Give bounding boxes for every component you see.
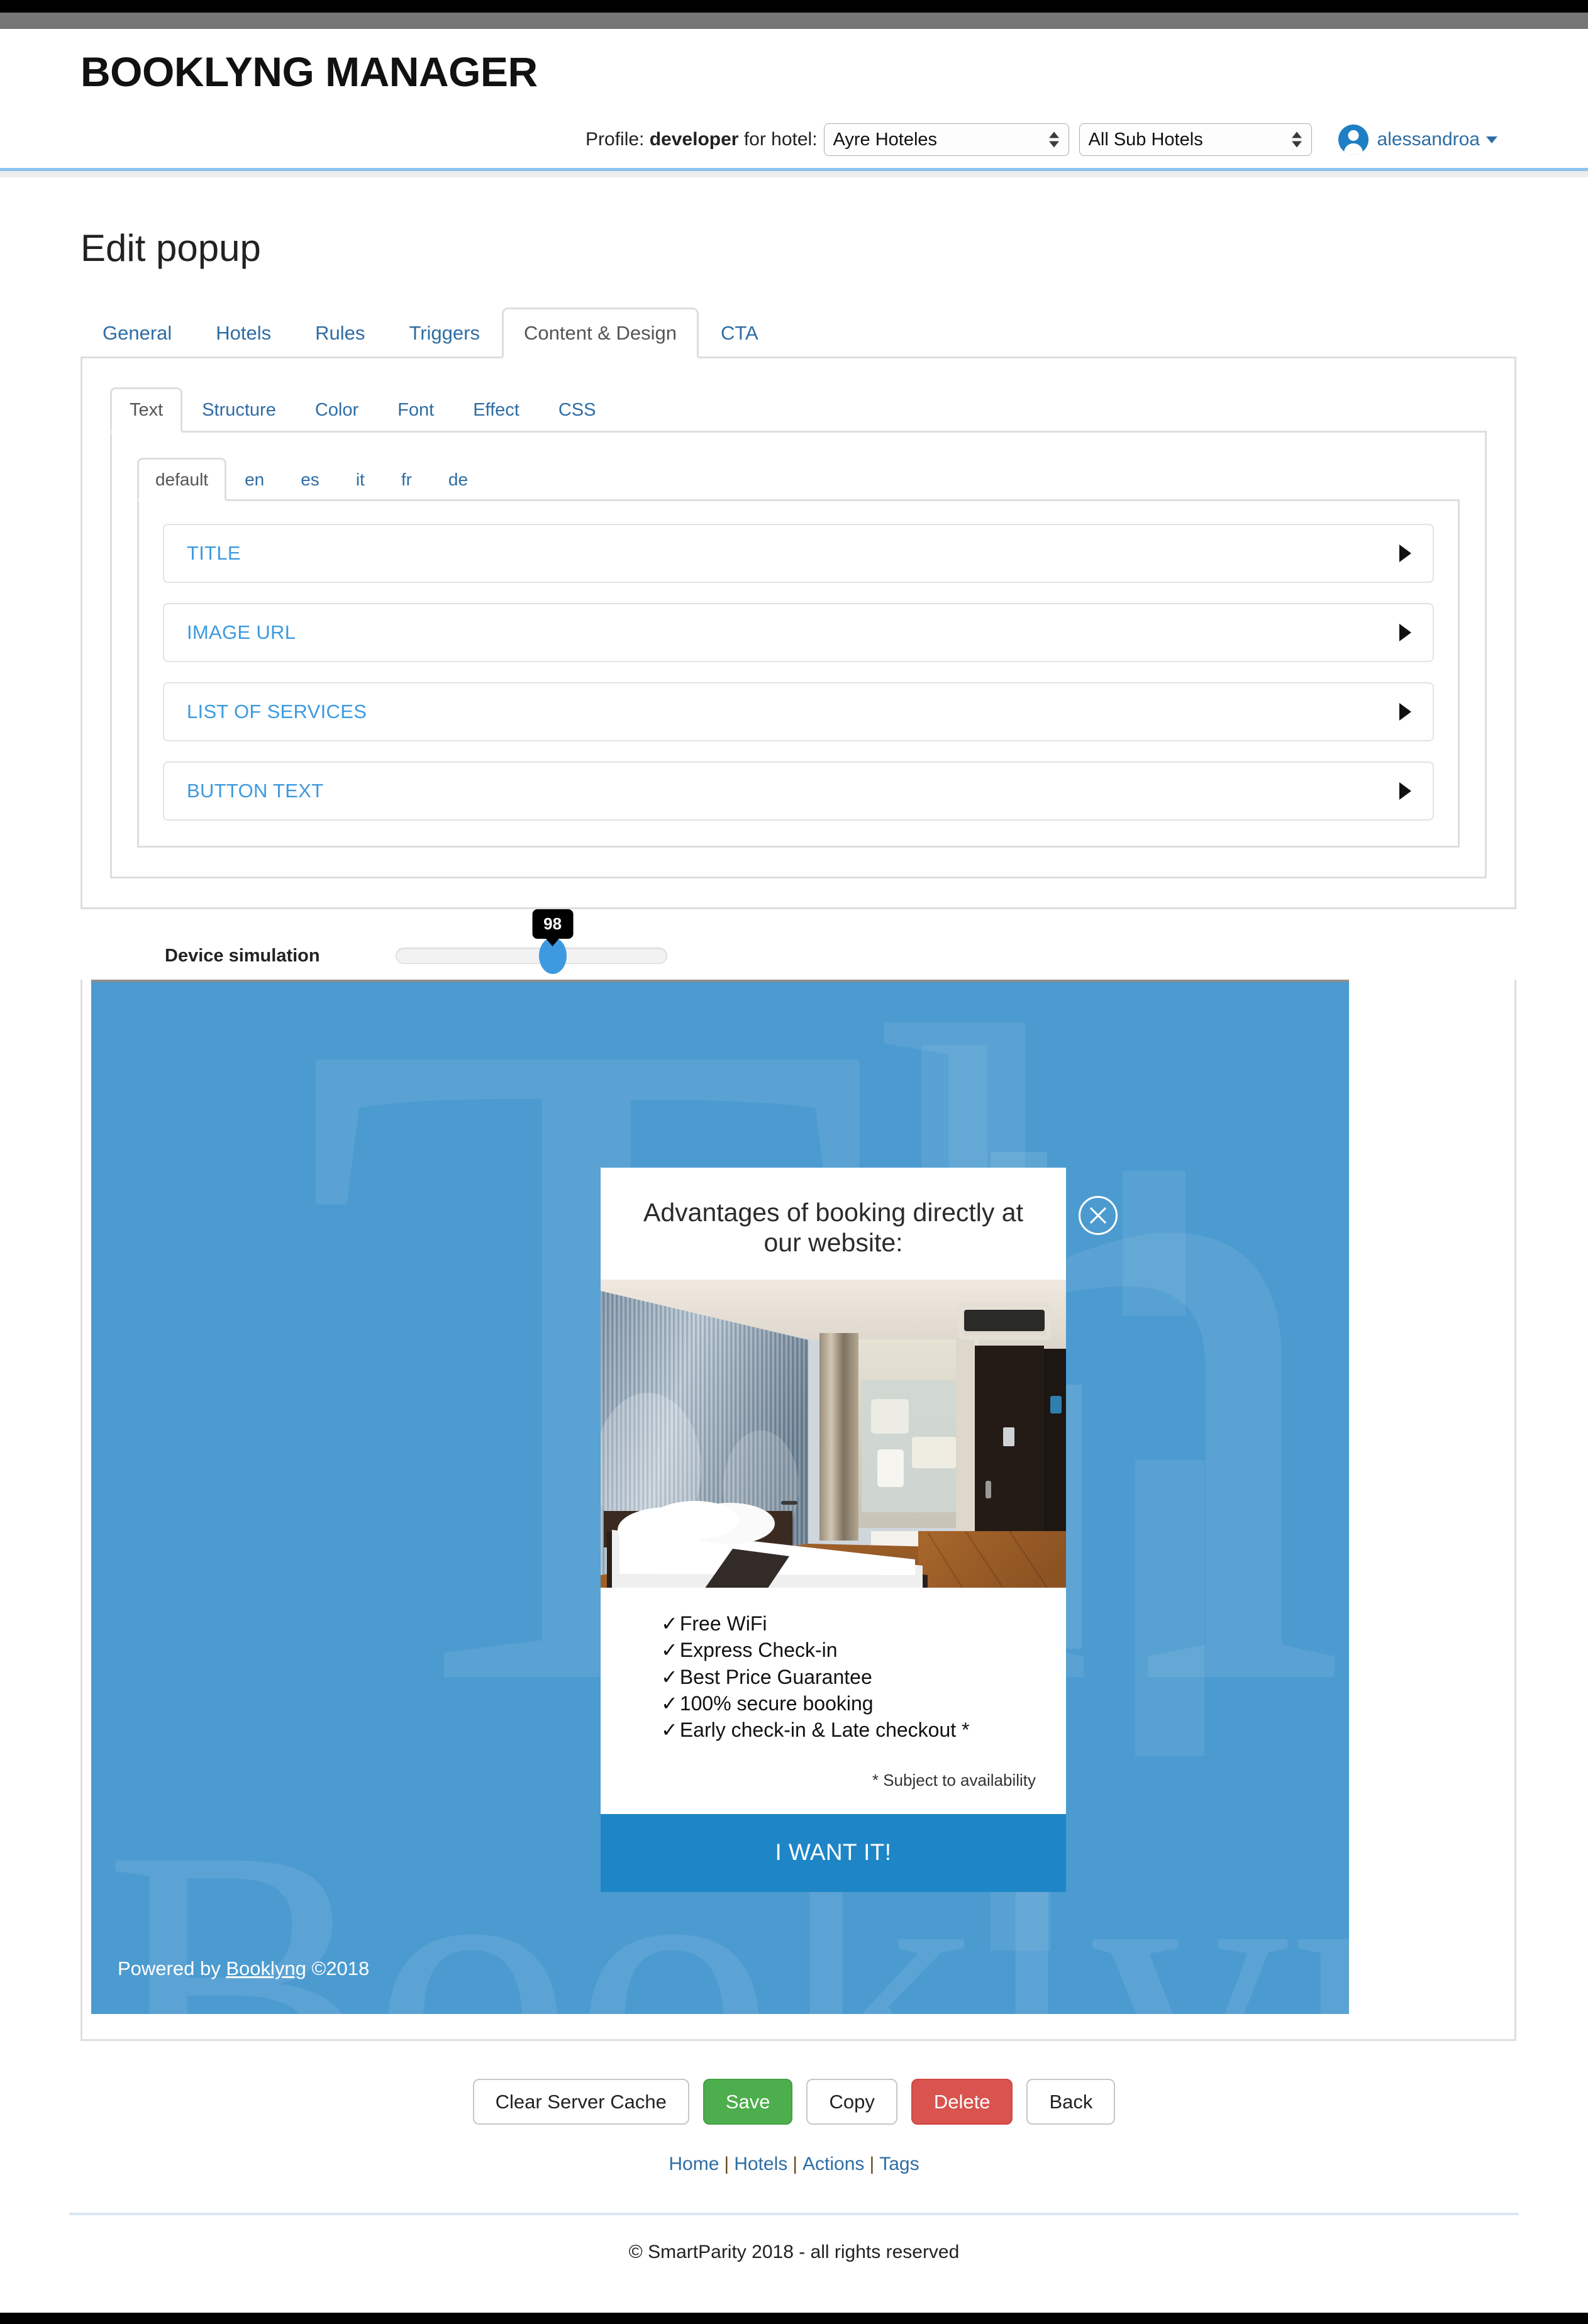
save-button[interactable]: Save xyxy=(702,2079,793,2125)
caret-right-icon xyxy=(1399,782,1411,800)
browser-chrome-bottom-bar xyxy=(0,2313,1588,2324)
tab-text[interactable]: Text xyxy=(110,387,183,433)
page-title: Edit popup xyxy=(81,227,261,270)
powered-by-label: Powered by Booklyng ©2018 xyxy=(118,1957,369,1980)
accordion-item-list-of-services[interactable]: LIST OF SERVICES xyxy=(163,682,1434,742)
page-body: Edit popup General Hotels Rules Triggers… xyxy=(0,226,1588,2175)
profile-bar: Profile: developer for hotel: Ayre Hotel… xyxy=(0,120,1588,159)
tab-css[interactable]: CSS xyxy=(539,387,616,433)
app-brand-title: BOOKLYNG MANAGER xyxy=(81,48,538,95)
user-avatar-icon xyxy=(1338,124,1369,155)
masthead: BOOKLYNG MANAGER Profile: developer for … xyxy=(0,29,1588,160)
content-design-panel: Text Structure Color Font Effect CSS def… xyxy=(81,358,1516,910)
lang-tab-en[interactable]: en xyxy=(226,458,282,501)
delete-button[interactable]: Delete xyxy=(911,2079,1013,2125)
chevron-down-icon xyxy=(1486,136,1497,143)
powered-prefix: Powered by xyxy=(118,1957,226,1980)
lang-tab-de[interactable]: de xyxy=(430,458,486,501)
footer-link-tags[interactable]: Tags xyxy=(879,2154,919,2174)
device-simulation-slider[interactable]: 98 xyxy=(395,909,667,975)
device-simulation-row: Device simulation 98 xyxy=(81,909,1516,975)
tab-color[interactable]: Color xyxy=(296,387,378,433)
service-item: ✓Free WiFi xyxy=(661,1612,767,1635)
accordion-label: TITLE xyxy=(187,542,241,565)
clear-server-cache-button[interactable]: Clear Server Cache xyxy=(472,2079,689,2125)
close-circle-icon[interactable] xyxy=(1079,1196,1118,1236)
powered-suffix: ©2018 xyxy=(306,1957,370,1980)
accordion-label: IMAGE URL xyxy=(187,621,296,644)
tab-hotels[interactable]: Hotels xyxy=(194,307,293,358)
popup-footnote: * Subject to availability xyxy=(872,1771,1036,1790)
tab-structure[interactable]: Structure xyxy=(182,387,296,433)
profile-prefix: Profile: xyxy=(586,129,645,150)
slider-track[interactable] xyxy=(395,948,667,965)
deco-rect xyxy=(1123,1171,1185,1316)
tab-font[interactable]: Font xyxy=(378,387,453,433)
footer-links: Home | Hotels | Actions | Tags xyxy=(72,2154,1516,2175)
secondary-tabs: Text Structure Color Font Effect CSS xyxy=(110,387,1487,433)
lang-tab-default[interactable]: default xyxy=(137,458,227,502)
caret-right-icon xyxy=(1399,703,1411,721)
hotel-select-wrap[interactable]: Ayre Hoteles xyxy=(823,123,1069,157)
profile-name: developer xyxy=(649,129,739,150)
footer-link-hotels[interactable]: Hotels xyxy=(734,2154,787,2174)
copyright-text: © SmartParity 2018 - all rights reserved xyxy=(628,2242,960,2263)
lang-tab-it[interactable]: it xyxy=(338,458,383,501)
browser-toolbar-bar xyxy=(0,13,1588,29)
accordion-label: LIST OF SERVICES xyxy=(187,700,367,723)
popup-title: Advantages of booking directly at our we… xyxy=(643,1198,1023,1258)
footer-separator: | xyxy=(869,2154,875,2175)
subhotel-select[interactable]: All Sub Hotels xyxy=(1079,123,1312,157)
service-item: ✓Express Check-in xyxy=(661,1639,838,1662)
browser-chrome-top-bar xyxy=(0,0,1588,13)
accordion-item-image-url[interactable]: IMAGE URL xyxy=(163,603,1434,663)
accordion-label: BUTTON TEXT xyxy=(187,780,324,802)
hotel-select[interactable]: Ayre Hoteles xyxy=(823,123,1069,157)
user-name[interactable]: alessandroa xyxy=(1377,129,1480,150)
footer-link-home[interactable]: Home xyxy=(669,2154,719,2174)
lang-tab-es[interactable]: es xyxy=(282,458,338,501)
text-panel: default en es it fr de TITLE IMAGE URL L… xyxy=(110,433,1487,879)
tab-cta[interactable]: CTA xyxy=(699,307,780,358)
footer-link-actions[interactable]: Actions xyxy=(802,2154,864,2174)
hotel-room-photo xyxy=(601,1280,1066,1588)
lang-tab-fr[interactable]: fr xyxy=(383,458,430,501)
accordion-item-title[interactable]: TITLE xyxy=(163,524,1434,584)
tab-effect[interactable]: Effect xyxy=(453,387,539,433)
tab-rules[interactable]: Rules xyxy=(293,307,387,358)
preview-frame: Th Booklyng Advantages of booking direct… xyxy=(81,980,1516,2042)
header-shadow-rule xyxy=(0,171,1588,178)
deco-rect xyxy=(1135,1460,1204,1756)
booklyng-link[interactable]: Booklyng xyxy=(226,1957,306,1979)
popup-preview-card: Advantages of booking directly at our we… xyxy=(601,1168,1066,1893)
service-item: ✓Early check-in & Late checkout * xyxy=(661,1718,970,1742)
tab-content-design[interactable]: Content & Design xyxy=(501,307,699,359)
profile-label: Profile: developer for hotel: xyxy=(586,129,818,150)
accordion-item-button-text[interactable]: BUTTON TEXT xyxy=(163,761,1434,821)
language-tabs: default en es it fr de xyxy=(137,458,1460,502)
tab-triggers[interactable]: Triggers xyxy=(387,307,502,358)
device-simulation-label: Device simulation xyxy=(165,945,320,966)
caret-right-icon xyxy=(1399,545,1411,563)
profile-middle: for hotel: xyxy=(743,129,818,150)
service-item: ✓100% secure booking xyxy=(661,1691,874,1715)
slider-value-bubble: 98 xyxy=(532,909,574,939)
tab-general[interactable]: General xyxy=(81,307,194,358)
user-menu[interactable]: alessandroa xyxy=(1338,124,1497,155)
device-preview-stage: Th Booklyng Advantages of booking direct… xyxy=(91,980,1349,2015)
caret-right-icon xyxy=(1399,624,1411,642)
back-button[interactable]: Back xyxy=(1026,2079,1116,2125)
primary-tabs: General Hotels Rules Triggers Content & … xyxy=(81,307,1516,359)
action-button-bar: Clear Server Cache Save Copy Delete Back xyxy=(72,2079,1516,2125)
footer-separator: | xyxy=(792,2154,798,2175)
popup-cta-button[interactable]: I WANT IT! xyxy=(601,1814,1066,1893)
copy-button[interactable]: Copy xyxy=(806,2079,897,2125)
footer-separator: | xyxy=(724,2154,730,2175)
subhotel-select-wrap[interactable]: All Sub Hotels xyxy=(1079,123,1312,157)
service-item: ✓Best Price Guarantee xyxy=(661,1665,872,1688)
popup-services-list: ✓Free WiFi ✓Express Check-in ✓Best Price… xyxy=(601,1588,1066,1757)
default-language-panel: TITLE IMAGE URL LIST OF SERVICES BUTTON … xyxy=(137,501,1460,848)
